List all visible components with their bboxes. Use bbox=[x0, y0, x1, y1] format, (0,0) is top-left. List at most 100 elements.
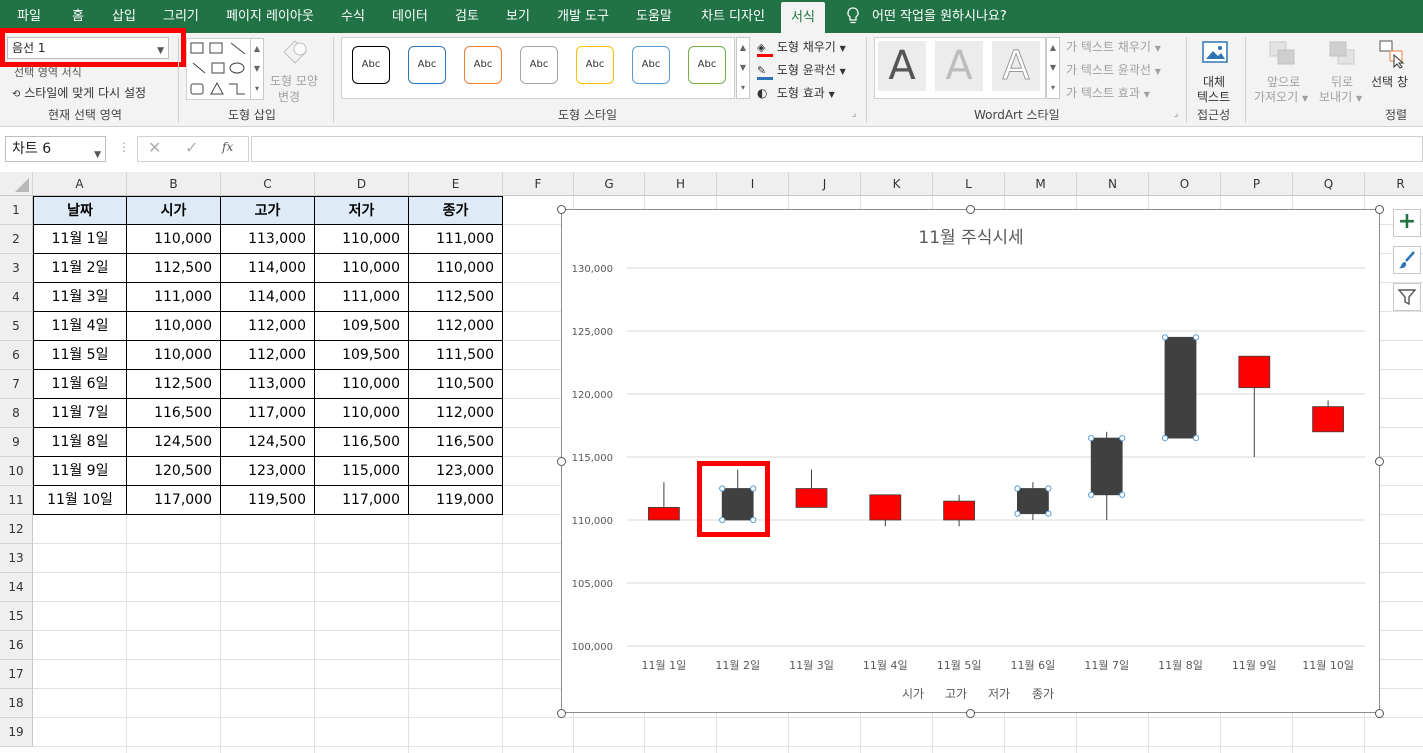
table-cell[interactable]: 11월 6일 bbox=[33, 370, 127, 399]
table-cell[interactable]: 119,500 bbox=[221, 486, 315, 515]
resize-handle[interactable] bbox=[557, 457, 566, 466]
table-cell[interactable]: 11월 9일 bbox=[33, 457, 127, 486]
table-cell[interactable]: 119,000 bbox=[409, 486, 503, 515]
table-cell[interactable]: 11월 4일 bbox=[33, 312, 127, 341]
table-cell[interactable]: 110,000 bbox=[127, 312, 221, 341]
resize-handle[interactable] bbox=[1375, 205, 1384, 214]
table-cell[interactable]: 112,500 bbox=[127, 254, 221, 283]
chart-styles-button[interactable] bbox=[1393, 246, 1421, 274]
table-cell[interactable]: 111,000 bbox=[409, 225, 503, 254]
table-header-cell[interactable]: 종가 bbox=[409, 196, 503, 225]
table-cell[interactable]: 11월 8일 bbox=[33, 428, 127, 457]
table-cell[interactable]: 111,000 bbox=[127, 283, 221, 312]
change-shape-button[interactable]: 도형 모양 bbox=[270, 72, 318, 89]
table-cell[interactable]: 124,500 bbox=[127, 428, 221, 457]
insert-function-button[interactable]: fx bbox=[222, 140, 233, 154]
column-header[interactable]: C bbox=[221, 172, 315, 196]
select-all-corner[interactable] bbox=[0, 172, 33, 196]
shape-style-sample[interactable]: Abc bbox=[688, 46, 726, 84]
table-cell[interactable]: 114,000 bbox=[221, 283, 315, 312]
resize-handle[interactable] bbox=[557, 205, 566, 214]
tab-formulas[interactable]: 수식 bbox=[341, 0, 365, 33]
column-header[interactable]: P bbox=[1221, 172, 1293, 196]
resize-handle[interactable] bbox=[966, 205, 975, 214]
column-header[interactable]: O bbox=[1149, 172, 1221, 196]
table-header-cell[interactable]: 날짜 bbox=[33, 196, 127, 225]
column-header[interactable]: I bbox=[717, 172, 789, 196]
formula-input[interactable] bbox=[251, 136, 1423, 162]
table-cell[interactable]: 111,500 bbox=[409, 341, 503, 370]
table-cell[interactable]: 11월 2일 bbox=[33, 254, 127, 283]
shape-style-sample[interactable]: Abc bbox=[352, 46, 390, 84]
row-header[interactable]: 18 bbox=[0, 689, 33, 718]
column-header[interactable]: E bbox=[409, 172, 503, 196]
table-cell[interactable]: 113,000 bbox=[221, 370, 315, 399]
wordart-style-sample[interactable]: A bbox=[878, 41, 926, 91]
table-cell[interactable]: 112,000 bbox=[221, 312, 315, 341]
tab-developer[interactable]: 개발 도구 bbox=[557, 0, 609, 33]
selection-pane-button[interactable]: 선택 창 bbox=[1371, 73, 1408, 90]
shape-style-sample[interactable]: Abc bbox=[464, 46, 502, 84]
shape-style-sample[interactable]: Abc bbox=[632, 46, 670, 84]
table-cell[interactable]: 114,000 bbox=[221, 254, 315, 283]
column-header[interactable]: N bbox=[1077, 172, 1149, 196]
row-header[interactable]: 6 bbox=[0, 341, 33, 370]
reset-to-match-style-button[interactable]: ⟲ 스타일에 맞게 다시 설정 bbox=[12, 84, 146, 101]
row-header[interactable]: 13 bbox=[0, 544, 33, 573]
row-header[interactable]: 15 bbox=[0, 602, 33, 631]
table-cell[interactable]: 112,000 bbox=[409, 312, 503, 341]
row-header[interactable]: 9 bbox=[0, 428, 33, 457]
table-cell[interactable]: 116,500 bbox=[315, 428, 409, 457]
table-header-cell[interactable]: 저가 bbox=[315, 196, 409, 225]
table-header-cell[interactable]: 시가 bbox=[127, 196, 221, 225]
column-header[interactable]: R bbox=[1365, 172, 1423, 196]
column-header[interactable]: M bbox=[1005, 172, 1077, 196]
table-cell[interactable]: 11월 5일 bbox=[33, 341, 127, 370]
text-outline-button[interactable]: 가 텍스트 윤곽선 ▼ bbox=[1066, 61, 1161, 78]
table-header-cell[interactable]: 고가 bbox=[221, 196, 315, 225]
column-header[interactable]: F bbox=[503, 172, 574, 196]
tab-view[interactable]: 보기 bbox=[506, 0, 530, 33]
table-cell[interactable]: 117,000 bbox=[315, 486, 409, 515]
shape-effects-button[interactable]: ◐ 도형 효과 ▼ bbox=[757, 84, 835, 101]
resize-handle[interactable] bbox=[966, 709, 975, 718]
shape-style-sample[interactable]: Abc bbox=[520, 46, 558, 84]
table-cell[interactable]: 124,500 bbox=[221, 428, 315, 457]
table-cell[interactable]: 117,000 bbox=[221, 399, 315, 428]
column-header[interactable]: G bbox=[574, 172, 645, 196]
enter-icon[interactable]: ✓ bbox=[185, 138, 198, 157]
column-header[interactable]: A bbox=[33, 172, 127, 196]
wordart-style-sample[interactable]: A bbox=[992, 41, 1040, 91]
tab-page-layout[interactable]: 페이지 레이아웃 bbox=[226, 0, 314, 33]
chart-elements-button[interactable]: + bbox=[1393, 209, 1421, 237]
tab-format[interactable]: 서식 bbox=[781, 2, 825, 33]
table-cell[interactable]: 112,500 bbox=[409, 283, 503, 312]
table-cell[interactable]: 110,000 bbox=[409, 254, 503, 283]
row-header[interactable]: 4 bbox=[0, 283, 33, 312]
table-cell[interactable]: 110,000 bbox=[315, 225, 409, 254]
row-header[interactable]: 12 bbox=[0, 515, 33, 544]
table-cell[interactable]: 11월 7일 bbox=[33, 399, 127, 428]
row-header[interactable]: 2 bbox=[0, 225, 33, 254]
shape-style-sample[interactable]: Abc bbox=[576, 46, 614, 84]
resize-handle[interactable] bbox=[1375, 709, 1384, 718]
table-cell[interactable]: 123,000 bbox=[221, 457, 315, 486]
table-cell[interactable]: 117,000 bbox=[127, 486, 221, 515]
table-cell[interactable]: 112,500 bbox=[127, 370, 221, 399]
row-header[interactable]: 8 bbox=[0, 399, 33, 428]
name-box[interactable]: 차트 6 ▼ bbox=[5, 136, 106, 162]
text-fill-button[interactable]: 가 텍스트 채우기 ▼ bbox=[1066, 38, 1161, 55]
table-cell[interactable]: 112,000 bbox=[409, 399, 503, 428]
cancel-icon[interactable]: ✕ bbox=[148, 138, 161, 157]
shapes-gallery[interactable] bbox=[186, 38, 254, 100]
dialog-launcher-icon[interactable]: ⌟ bbox=[852, 109, 856, 119]
row-header[interactable]: 14 bbox=[0, 573, 33, 602]
table-cell[interactable]: 11월 3일 bbox=[33, 283, 127, 312]
column-header[interactable]: L bbox=[933, 172, 1005, 196]
column-header[interactable]: Q bbox=[1293, 172, 1365, 196]
table-cell[interactable]: 113,000 bbox=[221, 225, 315, 254]
shape-outline-button[interactable]: ✎ 도형 윤곽선 ▼ bbox=[757, 61, 846, 80]
shape-fill-button[interactable]: ◈ 도형 채우기 ▼ bbox=[757, 38, 846, 57]
table-cell[interactable]: 109,500 bbox=[315, 341, 409, 370]
table-cell[interactable]: 111,000 bbox=[315, 283, 409, 312]
